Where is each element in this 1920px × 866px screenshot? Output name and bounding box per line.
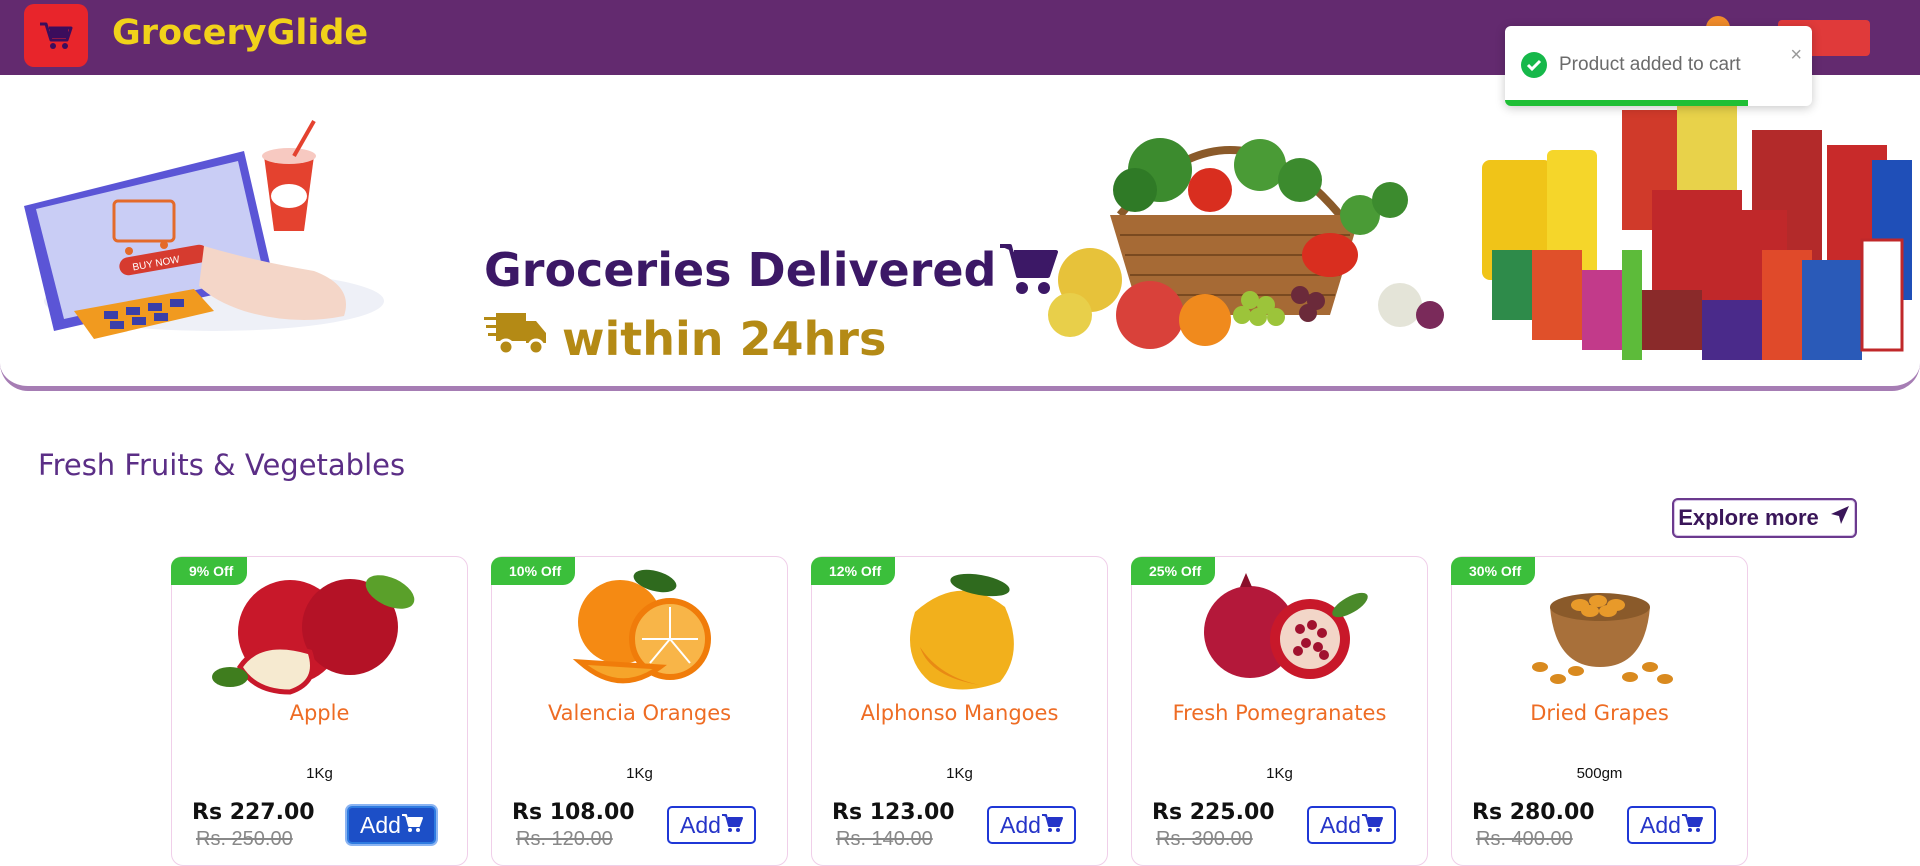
- logo-cart-icon[interactable]: [24, 4, 88, 67]
- product-price: Rs 227.00: [192, 800, 315, 825]
- toast-message: Product added to cart: [1559, 54, 1741, 75]
- explore-more-button[interactable]: Explore more: [1672, 498, 1857, 538]
- explore-more-label: Explore more: [1678, 505, 1819, 530]
- online-shopping-illustration: BUY NOW: [24, 120, 384, 339]
- product-image[interactable]: [1480, 567, 1720, 697]
- product-original-price: Rs. 400.00: [1476, 828, 1573, 850]
- product-card[interactable]: 30% Off Dried Grapes 500gm Rs 280.00 Rs. 400…: [1451, 556, 1748, 866]
- banner-headline-line2: within 24hrs: [484, 307, 886, 370]
- add-button-label: Add: [1000, 811, 1041, 838]
- product-image[interactable]: [840, 567, 1080, 697]
- product-quantity: 500gm: [1576, 765, 1623, 782]
- product-image[interactable]: [520, 567, 760, 697]
- product-name[interactable]: Alphonso Mangoes: [812, 701, 1107, 725]
- product-price: Rs 123.00: [832, 800, 955, 825]
- add-button-label: Add: [1640, 811, 1681, 838]
- product-card[interactable]: 10% Off Valencia Oranges 1Kg Rs 108.00 Rs. 1…: [491, 556, 788, 866]
- product-image[interactable]: [200, 567, 440, 697]
- product-original-price: Rs. 140.00: [836, 828, 933, 850]
- product-quantity: 1Kg: [1266, 765, 1293, 782]
- delivery-truck-icon: [484, 307, 548, 370]
- cart-toast-notification: Product added to cart ×: [1505, 26, 1812, 106]
- shopping-cart-icon: [998, 240, 1059, 307]
- add-to-cart-button[interactable]: Add: [667, 806, 756, 844]
- close-icon[interactable]: ×: [1790, 44, 1802, 67]
- cart-plus-icon: [1361, 812, 1383, 839]
- product-quantity: 1Kg: [626, 765, 653, 782]
- grocery-products-image: [1482, 100, 1912, 360]
- success-check-icon: [1521, 52, 1547, 78]
- product-price: Rs 108.00: [512, 800, 635, 825]
- add-to-cart-button[interactable]: Add: [1307, 806, 1396, 844]
- add-button-label: Add: [360, 811, 401, 838]
- cart-plus-icon: [1041, 812, 1063, 839]
- toast-progress-bar: [1505, 100, 1748, 106]
- cart-plus-icon: [401, 812, 423, 839]
- cart-plus-icon: [1681, 812, 1703, 839]
- product-name[interactable]: Fresh Pomegranates: [1132, 701, 1427, 725]
- location-arrow-icon: [1829, 504, 1851, 532]
- banner-line1-text: Groceries Delivered: [484, 243, 997, 297]
- product-original-price: Rs. 250.00: [196, 828, 293, 850]
- add-button-label: Add: [1320, 811, 1361, 838]
- product-image[interactable]: [1160, 567, 1400, 697]
- product-original-price: Rs. 120.00: [516, 828, 613, 850]
- add-to-cart-button[interactable]: Add: [1627, 806, 1716, 844]
- section-title: Fresh Fruits & Vegetables: [38, 448, 406, 482]
- product-card[interactable]: 9% Off Apple 1Kg Rs 227.00 Rs. 250.00 Add: [171, 556, 468, 866]
- product-quantity: 1Kg: [306, 765, 333, 782]
- product-name[interactable]: Dried Grapes: [1452, 701, 1747, 725]
- banner-line2-text: within 24hrs: [562, 311, 887, 366]
- banner-headline-line1: Groceries Delivered: [484, 240, 1059, 307]
- product-quantity: 1Kg: [946, 765, 973, 782]
- cart-plus-icon: [721, 812, 743, 839]
- product-price: Rs 280.00: [1472, 800, 1595, 825]
- hero-banner: BUY NOW Groceries Delivered within 24hrs: [0, 75, 1920, 391]
- product-original-price: Rs. 300.00: [1156, 828, 1253, 850]
- product-card[interactable]: 12% Off Alphonso Mangoes 1Kg Rs 123.00 Rs. 1…: [811, 556, 1108, 866]
- add-to-cart-button[interactable]: Add: [347, 806, 436, 844]
- brand-name[interactable]: GroceryGlide: [112, 13, 368, 53]
- product-name[interactable]: Valencia Oranges: [492, 701, 787, 725]
- product-card[interactable]: 25% Off Fresh Pomegranates 1Kg Rs 225.00 Rs.…: [1131, 556, 1428, 866]
- add-button-label: Add: [680, 811, 721, 838]
- add-to-cart-button[interactable]: Add: [987, 806, 1076, 844]
- product-name[interactable]: Apple: [172, 701, 467, 725]
- vegetable-basket-image: [1048, 138, 1444, 349]
- product-price: Rs 225.00: [1152, 800, 1275, 825]
